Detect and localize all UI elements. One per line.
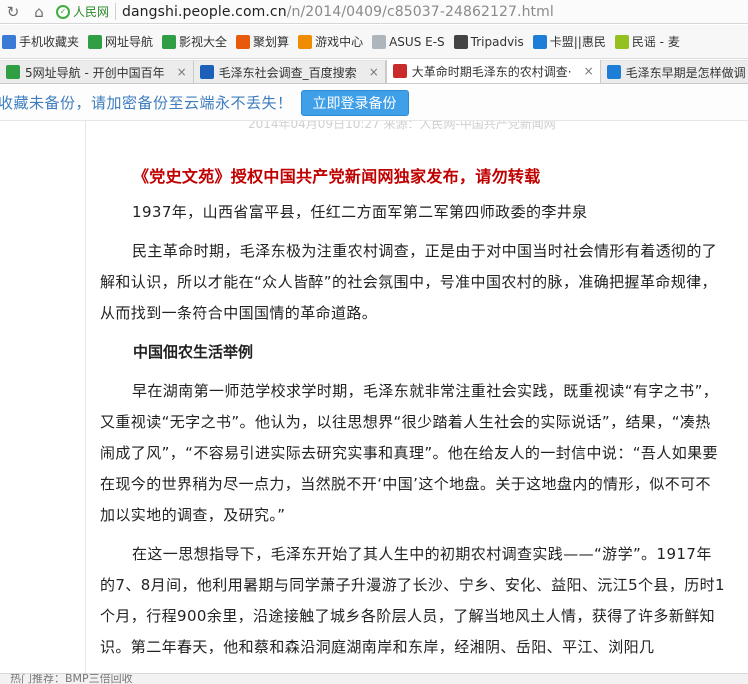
status-bar: 热门推荐：BMP三倍回收: [0, 673, 748, 684]
paragraph-2: 早在湖南第一师范学校求学时期，毛泽东就非常注重社会实践，既重视读“有字之书”，又…: [100, 382, 719, 524]
tab-close-icon[interactable]: ×: [177, 65, 187, 79]
bookmark-item[interactable]: 手机收藏夹: [2, 33, 79, 50]
tab-close-icon[interactable]: ×: [369, 65, 379, 79]
game-icon: [298, 34, 313, 49]
web-page: 2014年04月09日10:27 来源：人民网-中国共产党新闻网 《党史文苑》授…: [0, 121, 748, 673]
paragraph-3: 在这一思想指导下，毛泽东开始了其人生中的初期农村调查实践——“游学”。1917年…: [100, 545, 725, 656]
url-path: /n/2014/0409/c85037-24862127.html: [286, 3, 554, 20]
url-host: dangshi.people.com.cn: [122, 3, 287, 20]
bookmark-item[interactable]: 游戏中心: [298, 33, 363, 50]
copyright-headline: 《党史文苑》授权中国共产党新闻网独家发布，请勿转载: [133, 167, 541, 186]
bookmark-label: Tripadvis: [470, 34, 524, 49]
browser-tab[interactable]: 毛泽东早期是怎样做调: [600, 61, 748, 83]
tab-label: 毛泽东早期是怎样做调: [625, 65, 746, 80]
browser-tab[interactable]: 大革命时期毛泽东的农村调查· ×: [385, 60, 601, 83]
bookmark-label: 民谣 - 麦: [631, 35, 680, 49]
tab-close-icon[interactable]: ×: [584, 64, 594, 78]
refresh-icon[interactable]: ↻: [0, 0, 26, 24]
photo-caption: 1937年，山西省富平县，任红二方面军第二军第四师政委的李井泉: [132, 203, 588, 221]
tab-strip: 5网址导航 - 开创中国百年 × 毛泽东社会调查_百度搜索 × 大革命时期毛泽东的农村调…: [0, 60, 748, 84]
browser-tab[interactable]: 5网址导航 - 开创中国百年 ×: [0, 61, 194, 83]
bookmark-label: ASUS E-S: [389, 34, 445, 49]
bookmark-label: 网址导航: [105, 35, 154, 49]
address-bar: ↻ ⌂ ✓ 人民网 dangshi.people.com.cn/n/2014/0…: [0, 0, 748, 24]
bookmarks-bar: 手机收藏夹 网址导航 影视大全 聚划算 游戏中心 ASUS E-S Tripadvis 卡盟|…: [0, 25, 748, 59]
bookmark-label: 卡盟||惠民: [549, 35, 606, 49]
ju-icon: [236, 34, 251, 49]
shield-check-icon: ✓: [56, 4, 70, 19]
card-icon: [532, 34, 547, 49]
home-icon: [6, 65, 20, 79]
login-backup-button[interactable]: 立即登录备份: [300, 89, 409, 116]
backup-notice-text: 收藏未备份，请加密备份至云端永不丢失！: [0, 94, 293, 112]
browser-window: ↻ ⌂ ✓ 人民网 dangshi.people.com.cn/n/2014/0…: [0, 0, 748, 684]
url-text[interactable]: dangshi.people.com.cn/n/2014/0409/c85037…: [122, 4, 554, 20]
tab-label: 毛泽东社会调查_百度搜索: [218, 65, 357, 80]
backup-notice-bar: 收藏未备份，请加密备份至云端永不丢失！ 立即登录备份: [0, 85, 748, 121]
left-divider: [85, 121, 86, 673]
bookmark-label: 影视大全: [179, 35, 228, 49]
home-icon: [88, 34, 103, 49]
paragraph-1: 民主革命时期，毛泽东极为注重农村调查，正是由于对中国当时社会情形有着透彻的了解和…: [100, 242, 718, 322]
film-icon: [162, 34, 177, 49]
bookmark-label: 手机收藏夹: [19, 35, 80, 49]
bookmark-item[interactable]: Tripadvis: [453, 34, 524, 49]
section-subtitle: 中国佃农生活举例: [133, 343, 254, 361]
party-emblem-icon: [392, 64, 407, 78]
article-body: 《党史文苑》授权中国共产党新闻网独家发布，请勿转载 1937年，山西省富平县，任…: [100, 163, 725, 663]
bookmark-item[interactable]: 影视大全: [162, 33, 227, 50]
folder-icon: [372, 34, 387, 49]
tab-label: 5网址导航 - 开创中国百年: [25, 65, 165, 80]
news-icon: [606, 65, 621, 79]
home-icon[interactable]: ⌂: [26, 0, 52, 24]
url-field[interactable]: ✓ 人民网 dangshi.people.com.cn/n/2014/0409/…: [56, 1, 748, 23]
bookmark-item[interactable]: ASUS E-S: [372, 34, 445, 49]
bookmark-item[interactable]: 网址导航: [88, 33, 153, 50]
article-meta-faded: 2014年04月09日10:27 来源：人民网-中国共产党新闻网: [248, 121, 556, 131]
owl-icon: [453, 34, 468, 49]
paw-icon: [199, 65, 214, 79]
site-identity-tag: 人民网: [73, 3, 117, 20]
bookmark-item[interactable]: 民谣 - 麦: [614, 33, 680, 50]
tab-label: 大革命时期毛泽东的农村调查·: [411, 64, 572, 79]
m-icon: [614, 34, 629, 49]
phone-icon: [2, 34, 16, 49]
bookmark-item[interactable]: 卡盟||惠民: [532, 33, 606, 50]
browser-tab[interactable]: 毛泽东社会调查_百度搜索 ×: [193, 61, 386, 83]
bookmark-label: 聚划算: [253, 35, 290, 49]
bookmark-item[interactable]: 聚划算: [236, 33, 289, 50]
bookmark-label: 游戏中心: [315, 35, 364, 49]
